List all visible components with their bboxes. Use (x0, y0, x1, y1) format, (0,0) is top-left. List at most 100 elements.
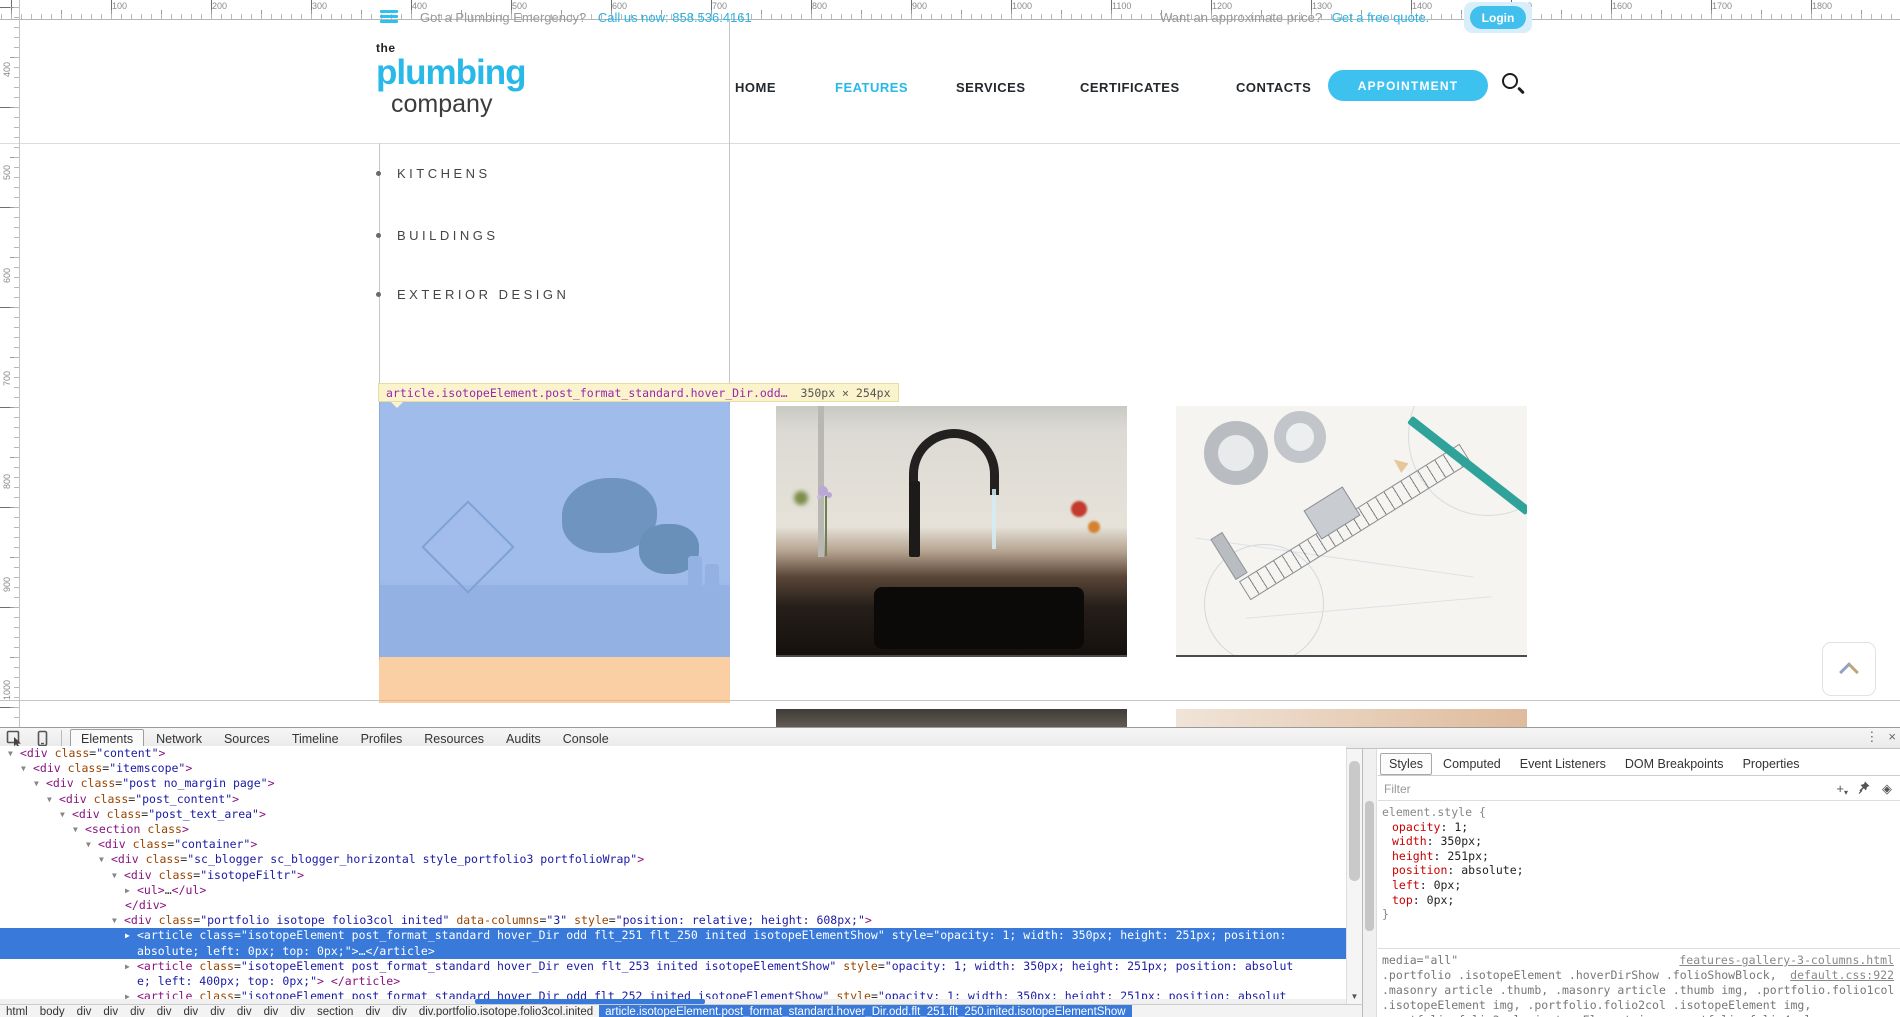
dom-token: ▼ (112, 868, 124, 883)
dom-tree-row[interactable]: </div> (0, 898, 1346, 913)
css-property[interactable]: height: 251px; (1378, 849, 1900, 864)
dom-tree-row[interactable]: ▼<div class="sc_blogger sc_blogger_horiz… (0, 852, 1346, 867)
breadcrumb-item[interactable]: div (284, 1006, 311, 1017)
breadcrumb-item[interactable]: html (0, 1006, 34, 1017)
next-row-image-partial[interactable] (776, 709, 1127, 727)
appointment-button[interactable]: APPOINTMENT (1328, 70, 1488, 101)
nav-item-features[interactable]: FEATURES (835, 80, 908, 95)
breadcrumb-item[interactable]: div (71, 1006, 98, 1017)
nav-item-services[interactable]: SERVICES (956, 80, 1026, 95)
portfolio-image-caliper[interactable] (1176, 406, 1527, 657)
dom-token: … (359, 944, 366, 958)
breadcrumb-item[interactable]: section (311, 1006, 359, 1017)
css-colon: : (1434, 849, 1448, 863)
hamburger-menu-icon[interactable] (380, 10, 398, 24)
close-devtools-icon[interactable]: × (1888, 729, 1896, 745)
css-selector-text: .portfolio .isotopeElement .hoverDirShow… (1382, 968, 1777, 982)
dropdown-item-kitchens[interactable]: KITCHENS (397, 166, 491, 184)
styles-tab-styles[interactable]: Styles (1380, 753, 1432, 775)
dropdown-item-exterior-design[interactable]: EXTERIOR DESIGN (397, 287, 569, 305)
breadcrumb-item[interactable]: body (34, 1006, 71, 1017)
dom-token: <div (72, 807, 100, 821)
styles-tab-dom-breakpoints[interactable]: DOM Breakpoints (1617, 754, 1732, 774)
ruler-label: 700 (2, 371, 12, 386)
pin-icon[interactable] (1858, 781, 1870, 797)
css-property[interactable]: top: 0px; (1378, 893, 1900, 908)
devtools-tab-profiles[interactable]: Profiles (351, 730, 413, 748)
scrollbar-down-arrow[interactable]: ▼ (1347, 990, 1362, 1004)
nav-item-certificates[interactable]: CERTIFICATES (1080, 80, 1180, 95)
breadcrumb-item[interactable]: div (386, 1006, 413, 1017)
css-colon: : (1447, 863, 1461, 877)
dom-tree-row[interactable]: ▶<article class="isotopeElement post_for… (0, 959, 1346, 989)
free-quote-link[interactable]: Get a free quote. (1332, 10, 1430, 25)
dom-tree-row[interactable]: ▼<div class="post_content"> (0, 792, 1346, 807)
horizontal-ruler: 1002003004005006007008009001000110012001… (0, 0, 1900, 20)
devtools-tab-audits[interactable]: Audits (496, 730, 551, 748)
css-property[interactable]: opacity: 1; (1378, 820, 1900, 835)
breadcrumb-item[interactable]: div (204, 1006, 231, 1017)
dom-tree-row[interactable]: ▼<div class="post_text_area"> (0, 807, 1346, 822)
call-now-link[interactable]: Call us now: 858.536.4161 (598, 10, 752, 25)
dom-token: ▼ (99, 852, 111, 867)
site-logo[interactable]: the plumbing company (376, 42, 525, 117)
element-style-selector[interactable]: element.style (1382, 805, 1472, 819)
css-property[interactable]: left: 0px; (1378, 878, 1900, 893)
dom-tree-row[interactable]: ▼<div class="post no_margin page"> (0, 776, 1346, 791)
dom-tree-row[interactable]: ▼<div class="itemscope"> (0, 761, 1346, 776)
dom-tree-row[interactable]: ▼<div class="content"> (0, 746, 1346, 761)
ruler-label: 600 (2, 268, 12, 283)
breadcrumb-item[interactable]: div (97, 1006, 124, 1017)
breadcrumb-item[interactable]: div (359, 1006, 386, 1017)
next-row-image-partial[interactable] (1176, 709, 1527, 727)
devtools-tab-network[interactable]: Network (146, 730, 212, 748)
dom-token: </ul> (172, 883, 207, 897)
element-state-icon[interactable]: ◈ (1882, 781, 1892, 797)
dom-token: class (87, 792, 129, 806)
css-semicolon: ; (1447, 893, 1454, 907)
devtools-tab-resources[interactable]: Resources (414, 730, 494, 748)
styles-tab-event-listeners[interactable]: Event Listeners (1512, 754, 1614, 774)
css-property[interactable]: width: 350px; (1378, 834, 1900, 849)
scroll-to-top-button[interactable] (1822, 642, 1876, 696)
login-button[interactable]: Login (1470, 6, 1526, 29)
css-property[interactable]: position: absolute; (1378, 863, 1900, 878)
filter-input[interactable]: Filter (1384, 782, 1411, 796)
breadcrumb-item[interactable]: div (151, 1006, 178, 1017)
scrollbar-thumb[interactable] (1365, 801, 1374, 931)
new-style-rule-icon[interactable]: +▾ (1836, 781, 1848, 797)
styles-tab-computed[interactable]: Computed (1435, 754, 1509, 774)
search-icon[interactable] (1501, 72, 1527, 98)
dom-tree-row[interactable]: ▼<div class="portfolio isotope folio3col… (0, 913, 1346, 928)
devtools-tab-console[interactable]: Console (553, 730, 619, 748)
portfolio-image-faucet[interactable] (776, 406, 1127, 657)
ruler-label: 1700 (1712, 1, 1732, 11)
element-style-section: element.style { opacity: 1;width: 350px;… (1378, 805, 1900, 922)
overflow-menu-icon[interactable]: ⋮ (1865, 729, 1878, 745)
breadcrumb-item[interactable]: div (124, 1006, 151, 1017)
dom-tree-row-selected[interactable]: ▶<article class="isotopeElement post_for… (0, 928, 1346, 958)
dom-tree-row[interactable]: ▶<ul>…</ul> (0, 883, 1346, 898)
nav-item-contacts[interactable]: CONTACTS (1236, 80, 1311, 95)
css-source-link[interactable]: default.css:922 (1790, 968, 1894, 983)
breadcrumb-item[interactable]: div.portfolio.isotope.folio3col.inited (413, 1006, 599, 1017)
scrollbar-thumb[interactable] (1349, 761, 1360, 881)
toolbar-separator (61, 730, 62, 747)
breadcrumb-item-selected[interactable]: article.isotopeElement.post_format_stand… (599, 1005, 1131, 1017)
breadcrumb-item[interactable]: div (258, 1006, 285, 1017)
devtools-tab-sources[interactable]: Sources (214, 730, 280, 748)
dom-tree-row[interactable]: ▼<div class="isotopeFiltr"> (0, 868, 1346, 883)
dropdown-item-buildings[interactable]: BUILDINGS (397, 228, 499, 246)
css-selector-text: .portfolio.folio3col .isotopeElement img… (1378, 1013, 1900, 1017)
inspect-element-icon[interactable] (6, 730, 24, 747)
header-bottom-border (0, 143, 1900, 144)
breadcrumb-item[interactable]: div (177, 1006, 204, 1017)
dom-tree-row[interactable]: ▼<div class="container"> (0, 837, 1346, 852)
device-mode-icon[interactable] (34, 730, 52, 747)
breadcrumb-item[interactable]: div (231, 1006, 258, 1017)
devtools-tab-timeline[interactable]: Timeline (282, 730, 349, 748)
source-file-link[interactable]: features-gallery-3-columns.html (1679, 953, 1894, 968)
dom-tree-row[interactable]: ▼<section class> (0, 822, 1346, 837)
nav-item-home[interactable]: HOME (735, 80, 776, 95)
styles-tab-properties[interactable]: Properties (1735, 754, 1808, 774)
